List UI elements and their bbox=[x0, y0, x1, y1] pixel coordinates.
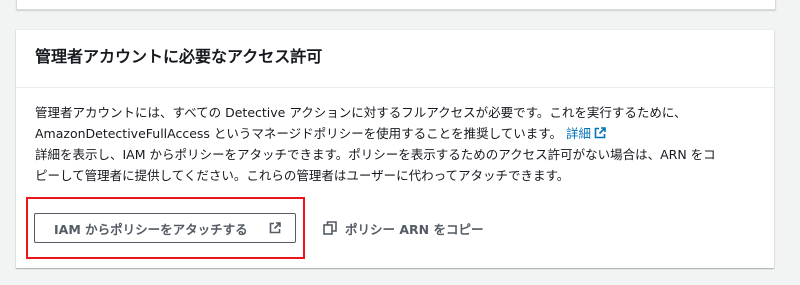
description-line-2-text: AmazonDetectiveFullAccess というマネージドポリシーを使… bbox=[35, 126, 563, 141]
external-link-icon bbox=[269, 222, 281, 234]
instructions-line-1: 詳細を表示し、IAM からポリシーをアタッチできます。ポリシーを表示するためのア… bbox=[35, 147, 716, 162]
copy-policy-arn-label: ポリシー ARN をコピー bbox=[345, 221, 484, 237]
panel-header: 管理者アカウントに必要なアクセス許可 bbox=[16, 30, 774, 88]
description-line-1: 管理者アカウントには、すべての Detective アクションに対するフルアクセ… bbox=[35, 105, 687, 120]
attach-policy-label: IAM からポリシーをアタッチする bbox=[54, 221, 248, 237]
permissions-panel: 管理者アカウントに必要なアクセス許可 管理者アカウントには、すべての Detec… bbox=[16, 30, 774, 268]
action-buttons: IAM からポリシーをアタッチする ポリシー ARN をコピー bbox=[34, 213, 483, 243]
details-link-label: 詳細 bbox=[566, 126, 592, 141]
panel-body: 管理者アカウントには、すべての Detective アクションに対するフルアクセ… bbox=[16, 88, 774, 186]
panel-title: 管理者アカウントに必要なアクセス許可 bbox=[35, 47, 323, 66]
instructions-line-2: ピーして管理者に提供してください。これらの管理者はユーザーに代わってアタッチでき… bbox=[35, 168, 570, 183]
permission-description: 管理者アカウントには、すべての Detective アクションに対するフルアクセ… bbox=[35, 102, 754, 144]
copy-policy-arn-button[interactable]: ポリシー ARN をコピー bbox=[323, 219, 483, 238]
details-link[interactable]: 詳細 bbox=[566, 126, 606, 141]
description-line-2: AmazonDetectiveFullAccess というマネージドポリシーを使… bbox=[35, 123, 754, 144]
attach-policy-button[interactable]: IAM からポリシーをアタッチする bbox=[34, 213, 296, 243]
previous-panel bbox=[16, 0, 776, 10]
copy-icon bbox=[323, 221, 337, 235]
attach-instructions: 詳細を表示し、IAM からポリシーをアタッチできます。ポリシーを表示するためのア… bbox=[35, 144, 754, 186]
external-link-icon bbox=[594, 127, 606, 139]
